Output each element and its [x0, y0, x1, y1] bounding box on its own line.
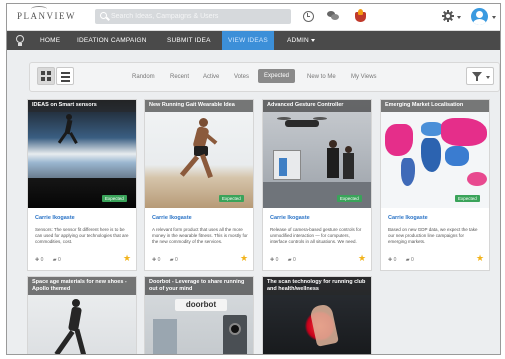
status-badge: Expected [102, 195, 127, 202]
idea-image[interactable] [381, 100, 489, 208]
idea-card[interactable]: Advanced Gesture Controller Expected Car… [262, 99, 372, 271]
idea-description: Sensors: The sensor fit different here i… [35, 227, 129, 244]
chevron-down-icon[interactable] [492, 16, 496, 19]
vote-icon[interactable]: ✚ 0 [270, 257, 282, 263]
idea-stats: ✚ 0 ▰ 0 [35, 257, 69, 263]
nav-admin-label: ADMIN [287, 37, 309, 44]
status-badge: Expected [219, 195, 244, 202]
idea-card[interactable]: The scan technology for running club and… [262, 276, 372, 354]
idea-image[interactable] [28, 100, 136, 208]
idea-image[interactable] [263, 100, 371, 208]
author-link[interactable]: Carrie Ikogaste [388, 215, 428, 221]
idea-card[interactable]: doorbot Doorbot - Leverage to share runn… [144, 276, 254, 354]
filter-tab-votes[interactable]: Votes [234, 74, 249, 80]
search-input[interactable] [111, 10, 287, 23]
comment-count: 0 [411, 257, 414, 263]
main-navbar: HOME IDEATION CAMPAIGN SUBMIT IDEA VIEW … [7, 31, 500, 50]
idea-card[interactable]: Space age materials for new shoes - Apol… [27, 276, 137, 354]
filter-bar: Random Recent Active Votes Expected New … [29, 62, 500, 92]
logo-text: PLANVIEW [17, 11, 76, 21]
idea-title[interactable]: Space age materials for new shoes - Apol… [28, 277, 136, 295]
chevron-down-icon[interactable] [457, 16, 461, 19]
search-icon [100, 12, 107, 19]
vote-icon[interactable]: ✚ 0 [152, 257, 164, 263]
planview-logo[interactable]: PLANVIEW [17, 6, 76, 21]
star-icon[interactable]: ★ [123, 254, 131, 263]
idea-title[interactable]: Advanced Gesture Controller [263, 100, 371, 112]
nav-item-view-ideas[interactable]: VIEW IDEAS [222, 31, 274, 50]
idea-description: Based on new GDP data, we expect the tak… [388, 227, 478, 244]
list-view-button[interactable] [56, 67, 74, 85]
search-box[interactable] [95, 9, 291, 24]
idea-title[interactable]: Emerging Market Localisation [381, 100, 489, 112]
nav-item-submit-idea[interactable]: SUBMIT IDEA [167, 37, 211, 44]
idea-card[interactable]: IDEAS on Smart sensors Expected Carrie I… [27, 99, 137, 271]
vote-icon[interactable]: ✚ 0 [388, 257, 400, 263]
avatar-icon[interactable] [471, 8, 488, 25]
filter-tab-my-views[interactable]: My Views [351, 74, 377, 80]
fire-icon[interactable] [354, 9, 367, 23]
author-link[interactable]: Carrie Ikogaste [35, 215, 75, 221]
filter-tab-active[interactable]: Active [203, 74, 219, 80]
comment-count: 0 [293, 257, 296, 263]
clock-icon[interactable] [303, 11, 314, 22]
vote-count: 0 [393, 257, 397, 263]
comment-icon[interactable]: ▰ 0 [406, 257, 418, 263]
filter-tab-random[interactable]: Random [132, 74, 155, 80]
idea-description: Release of camera-based gesture controls… [270, 227, 362, 244]
status-badge: Expected [455, 195, 480, 202]
idea-image[interactable] [145, 100, 253, 208]
idea-stats: ✚ 0 ▰ 0 [152, 257, 186, 263]
filter-dropdown-button[interactable] [466, 67, 494, 85]
nav-item-admin[interactable]: ADMIN [287, 37, 315, 44]
chat-icon[interactable] [327, 11, 339, 22]
author-link[interactable]: Carrie Ikogaste [270, 215, 310, 221]
comment-icon[interactable]: ▰ 0 [53, 257, 65, 263]
idea-title[interactable]: Doorbot - Leverage to share running out … [145, 277, 253, 295]
comment-count: 0 [175, 257, 178, 263]
filter-tab-expected[interactable]: Expected [258, 69, 296, 83]
idea-description: A relevant form product that uses all th… [152, 227, 248, 244]
idea-title[interactable]: The scan technology for running club and… [263, 277, 371, 295]
nav-item-home[interactable]: HOME [40, 37, 60, 44]
comment-icon[interactable]: ▰ 0 [288, 257, 300, 263]
star-icon[interactable]: ★ [476, 254, 484, 263]
star-icon[interactable]: ★ [240, 254, 248, 263]
filter-tab-recent[interactable]: Recent [170, 74, 189, 80]
top-header: PLANVIEW [7, 4, 500, 31]
idea-card[interactable]: New Running Gait Wearable Idea Expected … [144, 99, 254, 271]
nav-item-ideation-campaign[interactable]: IDEATION CAMPAIGN [77, 37, 147, 44]
idea-stats: ✚ 0 ▰ 0 [270, 257, 304, 263]
status-badge: Expected [337, 195, 362, 202]
star-icon[interactable]: ★ [358, 254, 366, 263]
doorbot-sign: doorbot [175, 299, 227, 311]
grid-view-button[interactable] [37, 67, 55, 85]
idea-card[interactable]: Emerging Market Localisation Expected Ca… [380, 99, 490, 271]
author-link[interactable]: Carrie Ikogaste [152, 215, 192, 221]
idea-title[interactable]: IDEAS on Smart sensors [28, 100, 136, 112]
idea-title[interactable]: New Running Gait Wearable Idea [145, 100, 253, 112]
filter-tab-new-to-me[interactable]: New to Me [307, 74, 336, 80]
idea-stats: ✚ 0 ▰ 0 [388, 257, 422, 263]
vote-count: 0 [157, 257, 161, 263]
chevron-down-icon [310, 38, 315, 42]
vote-count: 0 [275, 257, 279, 263]
vote-count: 0 [40, 257, 44, 263]
vote-icon[interactable]: ✚ 0 [35, 257, 47, 263]
comment-count: 0 [58, 257, 61, 263]
comment-icon[interactable]: ▰ 0 [170, 257, 182, 263]
gear-icon[interactable] [442, 10, 454, 22]
app-window: PLANVIEW HOME IDEATION CAMPAIGN SUBMIT I… [6, 3, 501, 355]
lightbulb-icon[interactable] [16, 35, 24, 46]
